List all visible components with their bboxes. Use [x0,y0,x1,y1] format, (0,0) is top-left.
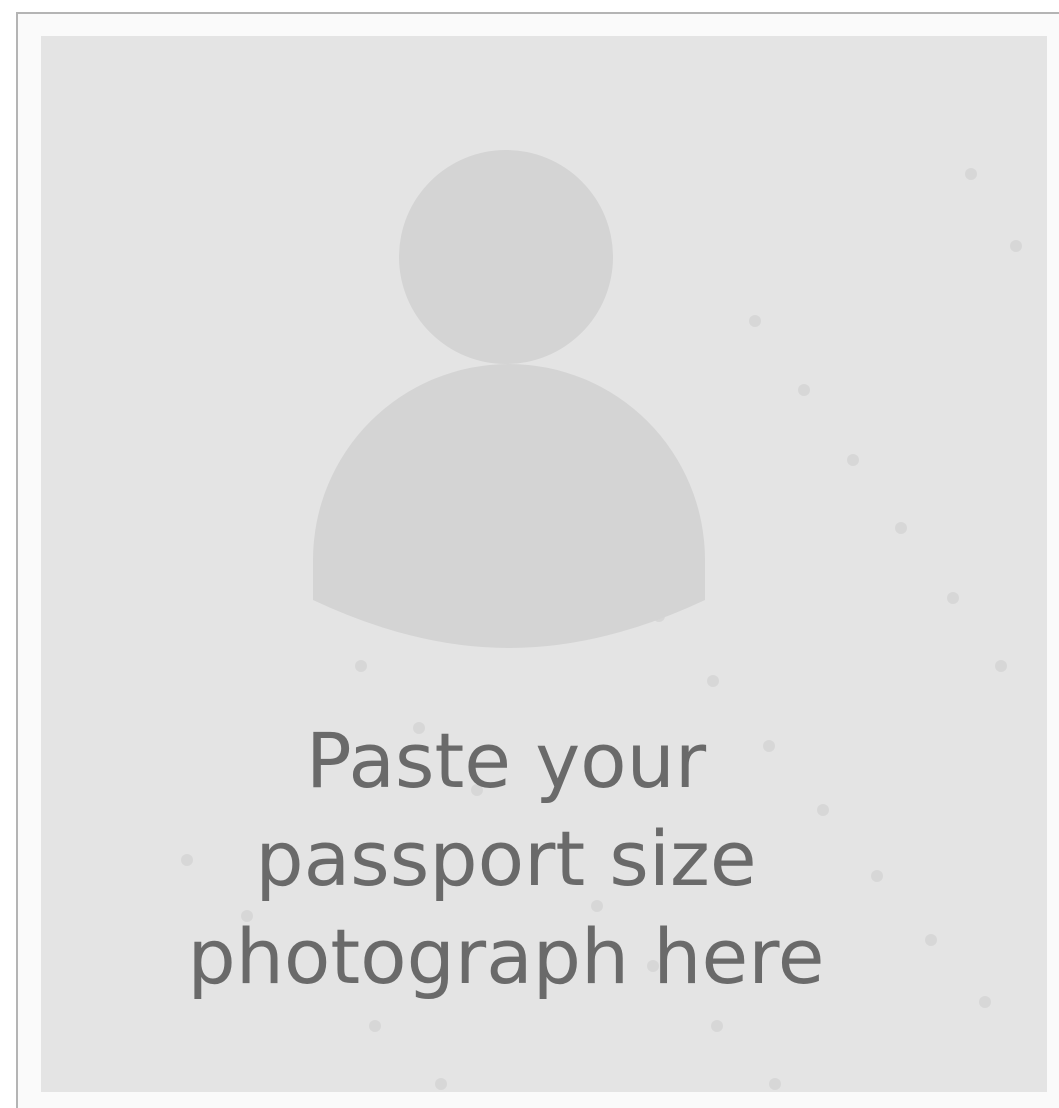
photo-caption: Paste your passport size photograph here [41,712,971,1006]
caption-line-2: passport size [255,814,757,903]
caption-line-3: photograph here [187,912,825,1001]
avatar-body-icon [313,364,705,648]
avatar-head-icon [399,150,613,364]
photo-placeholder[interactable]: Paste your passport size photograph here [41,36,1047,1092]
caption-line-1: Paste your [305,716,707,805]
